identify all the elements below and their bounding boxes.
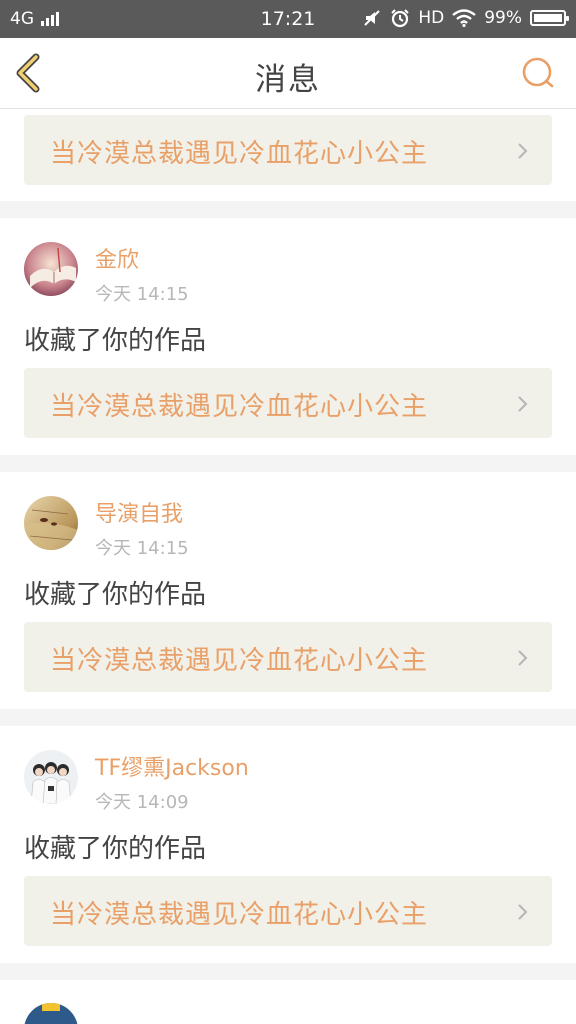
avatar[interactable]	[24, 242, 78, 296]
battery-percent: 99%	[484, 8, 522, 28]
user-name[interactable]: 导演自我	[95, 496, 183, 528]
divider	[0, 963, 576, 980]
message-header: 金欣 今天 14:15	[0, 218, 576, 316]
message-time: 今天 14:15	[95, 538, 189, 559]
page-title: 消息	[255, 62, 321, 98]
message-time: 今天 14:09	[95, 792, 189, 813]
alarm-icon	[391, 9, 410, 28]
message-time: 今天 14:15	[95, 284, 189, 305]
chevron-right-icon	[518, 396, 528, 412]
status-right: HD 99%	[362, 8, 569, 28]
message-action: 收藏了你的作品	[24, 834, 207, 864]
search-button[interactable]	[520, 55, 556, 91]
divider	[0, 709, 576, 726]
message-header: TF缪熏Jackson 今天 14:09	[0, 726, 576, 824]
work-title: 当冷漠总裁遇见冷血花心小公主	[50, 139, 429, 169]
avatar-image	[24, 750, 78, 804]
message-card-partial: 当冷漠总裁遇见冷血花心小公主	[0, 109, 576, 201]
search-icon	[522, 57, 554, 88]
chevron-right-icon	[518, 650, 528, 666]
divider	[0, 455, 576, 472]
battery-icon	[530, 10, 569, 26]
work-link[interactable]: 当冷漠总裁遇见冷血花心小公主	[24, 876, 552, 946]
avatar[interactable]	[24, 750, 78, 804]
hd-indicator: HD	[418, 8, 445, 28]
avatar[interactable]	[24, 1003, 78, 1024]
work-title: 当冷漠总裁遇见冷血花心小公主	[50, 646, 429, 676]
mute-icon	[364, 10, 381, 26]
message-card: TF缪熏Jackson 今天 14:09 收藏了你的作品 当冷漠总裁遇见冷血花心…	[0, 726, 576, 963]
message-card: 金欣 今天 14:15 收藏了你的作品 当冷漠总裁遇见冷血花心小公主	[0, 218, 576, 455]
user-name[interactable]: TF缪熏Jackson	[95, 750, 249, 782]
work-link[interactable]: 当冷漠总裁遇见冷血花心小公主	[24, 115, 552, 185]
work-link[interactable]: 当冷漠总裁遇见冷血花心小公主	[24, 368, 552, 438]
nav-header: 消息	[0, 38, 576, 109]
work-title: 当冷漠总裁遇见冷血花心小公主	[50, 900, 429, 930]
message-card-partial	[0, 980, 576, 1024]
screen: 4G 17:21 HD 99% 消息 当冷漠总裁遇见冷血花心小公主 金欣 今天 …	[0, 0, 576, 1024]
work-title: 当冷漠总裁遇见冷血花心小公主	[50, 392, 429, 422]
avatar-image	[24, 1003, 78, 1024]
divider	[0, 201, 576, 218]
battery-fill	[534, 14, 562, 22]
user-name[interactable]: 金欣	[95, 242, 139, 274]
message-action: 收藏了你的作品	[24, 580, 207, 610]
avatar-image	[24, 496, 78, 550]
chevron-right-icon	[518, 904, 528, 920]
message-header: 导演自我 今天 14:15	[0, 472, 576, 570]
avatar[interactable]	[24, 496, 78, 550]
chevron-right-icon	[518, 143, 528, 159]
status-bar: 4G 17:21 HD 99%	[0, 0, 576, 38]
message-card: 导演自我 今天 14:15 收藏了你的作品 当冷漠总裁遇见冷血花心小公主	[0, 472, 576, 709]
avatar-image	[24, 242, 78, 296]
wifi-icon	[452, 9, 476, 27]
message-action: 收藏了你的作品	[24, 326, 207, 356]
message-list: 当冷漠总裁遇见冷血花心小公主 金欣 今天 14:15 收藏了你的作品 当冷漠总裁…	[0, 109, 576, 1024]
work-link[interactable]: 当冷漠总裁遇见冷血花心小公主	[24, 622, 552, 692]
